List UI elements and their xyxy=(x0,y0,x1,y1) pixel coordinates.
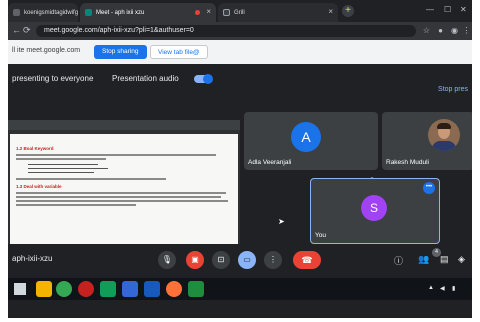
browser-tab-strip: koenigsmidtagidwifgj Meet - aph ixii xzu… xyxy=(8,0,472,22)
browser-tab-meet[interactable]: Meet - aph ixii xzu × xyxy=(80,3,216,22)
browser-tab-3[interactable]: Grill × xyxy=(218,3,338,22)
stop-presenting-link[interactable]: Stop pres xyxy=(438,86,468,93)
windows-start-icon[interactable] xyxy=(14,283,26,295)
pdf-toolbar xyxy=(8,120,240,130)
mic-icon: 🎙 xyxy=(161,255,173,264)
chrome-icon[interactable] xyxy=(56,281,72,297)
app-icon[interactable] xyxy=(122,281,138,297)
battery-icon[interactable]: ▮ xyxy=(452,285,455,292)
screen-frame: koenigsmidtagidwifgj Meet - aph ixii xzu… xyxy=(8,0,472,318)
stop-sharing-button[interactable]: Stop sharing xyxy=(94,45,147,59)
opera-icon[interactable] xyxy=(78,281,94,297)
close-tab-icon[interactable]: × xyxy=(206,7,211,16)
profile-icon[interactable]: ◉ xyxy=(450,26,459,35)
favicon-icon xyxy=(223,9,230,16)
recording-dot-icon xyxy=(195,10,200,15)
captions-button[interactable]: ⊡ xyxy=(212,251,230,269)
minimize-icon[interactable]: — xyxy=(426,5,434,14)
os-taskbar: ▲ ◀ ▮ xyxy=(8,278,472,300)
sharing-message: ll ite meet.google.com xyxy=(12,47,81,54)
doc-bullet-line xyxy=(28,168,108,170)
doc-text-line xyxy=(16,192,226,194)
close-window-icon[interactable]: ✕ xyxy=(460,5,467,14)
participant-name: Adla Veeranjali xyxy=(248,159,292,166)
presentation-view: 1.2 Boal Keyword 1.3 Deal with variable xyxy=(8,120,240,250)
participant-tile-rakesh[interactable]: Rakesh Muduli xyxy=(382,112,472,170)
doc-bullet-line xyxy=(28,172,94,174)
address-bar: ← ⟳ meet.google.com/aph-ixii-xzu?pli=1&a… xyxy=(8,22,472,40)
file-explorer-icon[interactable] xyxy=(36,281,52,297)
back-icon[interactable]: ← xyxy=(12,25,21,35)
view-tab-button[interactable]: View tab file@ xyxy=(150,45,208,59)
doc-heading: 1.2 Boal Keyword xyxy=(16,146,54,151)
participant-tile-adla[interactable]: A Adla Veeranjali xyxy=(244,112,378,170)
plus-icon: + xyxy=(345,5,351,16)
menu-icon[interactable]: ⋮ xyxy=(462,26,471,35)
participant-photo xyxy=(428,119,460,151)
people-icon[interactable]: 👥 xyxy=(418,254,429,265)
firefox-icon[interactable] xyxy=(166,281,182,297)
presented-document: 1.2 Boal Keyword 1.3 Deal with variable xyxy=(10,134,238,246)
more-options-button[interactable]: ••• xyxy=(423,182,435,194)
doc-text-line xyxy=(16,158,106,160)
camera-off-button[interactable]: ▣ xyxy=(186,251,204,269)
camera-off-icon: ▣ xyxy=(191,255,199,264)
sharing-bar: ll ite meet.google.com Stop sharing View… xyxy=(8,40,472,64)
participant-tile-you[interactable]: S ••• You xyxy=(310,178,440,244)
meet-stage: presenting to everyone Presentation audi… xyxy=(8,64,472,270)
doc-text-line xyxy=(16,204,136,206)
mouse-cursor-icon: ➤ xyxy=(278,217,285,226)
activities-icon[interactable]: ◈ xyxy=(458,254,465,265)
presentation-audio-label: Presentation audio xyxy=(112,74,179,83)
doc-bullet-line xyxy=(28,164,98,166)
presentation-audio-toggle[interactable] xyxy=(194,74,213,84)
close-tab-icon[interactable]: × xyxy=(328,7,333,16)
meeting-controls-bar: aph-ixii-xzu 🎙 ▣ ⊡ ▭ ⋮ ☎ ⓘ 👥 4 ▤ ◈ xyxy=(8,244,472,278)
network-icon[interactable]: ▲ xyxy=(428,285,434,291)
volume-icon[interactable]: ◀ xyxy=(440,285,445,292)
photo-shirt xyxy=(432,141,456,151)
doc-text-line xyxy=(16,178,166,180)
leave-call-button[interactable]: ☎ xyxy=(293,251,321,269)
tab-label: koenigsmidtagidwifgj xyxy=(24,9,78,16)
extension-icon[interactable]: ● xyxy=(436,26,445,35)
doc-text-line xyxy=(16,196,221,198)
toggle-knob xyxy=(203,74,213,84)
more-vert-icon: ⋮ xyxy=(269,255,277,264)
mic-button[interactable]: 🎙 xyxy=(158,251,176,269)
avatar: A xyxy=(291,122,321,152)
app-icon[interactable] xyxy=(144,281,160,297)
doc-text-line xyxy=(16,154,216,156)
browser-tab-1[interactable]: koenigsmidtagidwifgj xyxy=(8,3,78,22)
captions-icon: ⊡ xyxy=(217,255,225,264)
reload-icon[interactable]: ⟳ xyxy=(23,25,31,36)
participant-name: Rakesh Muduli xyxy=(386,159,429,166)
phone-hangup-icon: ☎ xyxy=(301,255,313,265)
favicon-icon xyxy=(13,9,20,16)
bookmark-star-icon[interactable]: ☆ xyxy=(422,26,431,35)
new-tab-button[interactable]: + xyxy=(342,5,354,17)
url-field[interactable]: meet.google.com/aph-ixii-xzu?pli=1&authu… xyxy=(36,25,416,37)
avatar: S xyxy=(361,195,387,221)
more-options-button[interactable]: ⋮ xyxy=(264,251,282,269)
maximize-icon[interactable]: ☐ xyxy=(444,5,451,14)
present-screen-icon: ▭ xyxy=(243,255,251,264)
participant-name: You xyxy=(315,232,326,239)
meeting-code: aph-ixii-xzu xyxy=(12,254,53,263)
chat-icon[interactable]: ▤ xyxy=(440,254,449,265)
present-button[interactable]: ▭ xyxy=(238,251,256,269)
meet-favicon-icon xyxy=(85,9,92,16)
doc-text-line xyxy=(16,200,228,202)
tab-label: Grill xyxy=(234,9,245,16)
presenting-status: presenting to everyone xyxy=(12,74,94,83)
info-icon[interactable]: ⓘ xyxy=(394,254,403,267)
doc-heading: 1.3 Deal with variable xyxy=(16,184,62,189)
photo-hair xyxy=(437,123,451,129)
app-icon[interactable] xyxy=(188,281,204,297)
tab-label: Meet - aph ixii xzu xyxy=(96,9,145,16)
edge-icon[interactable] xyxy=(100,281,116,297)
